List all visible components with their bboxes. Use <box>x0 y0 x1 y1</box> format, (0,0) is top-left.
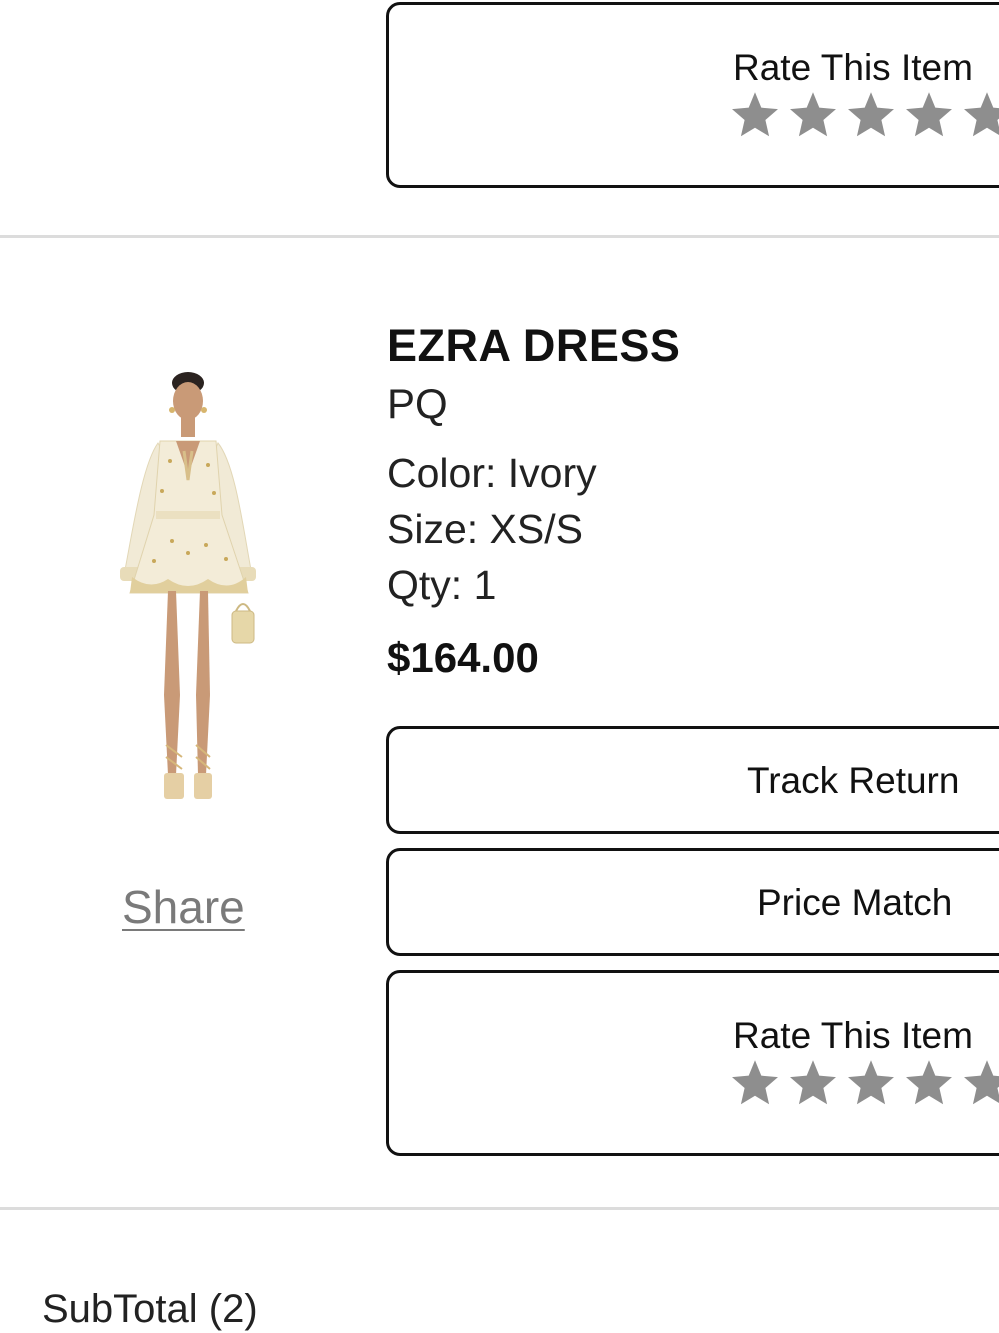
star-rating[interactable] <box>729 1057 999 1109</box>
star-icon[interactable] <box>961 89 999 141</box>
rate-item-button[interactable]: Rate This Item <box>386 970 999 1156</box>
price-match-button[interactable]: Price Match <box>386 848 999 956</box>
rate-item-button-top[interactable]: Rate This Item <box>386 2 999 188</box>
subtotal-label: SubTotal (2) <box>42 1287 258 1331</box>
star-rating-top[interactable] <box>729 89 999 141</box>
star-icon[interactable] <box>729 89 781 141</box>
rate-item-label: Rate This Item <box>733 47 973 88</box>
track-return-label: Track Return <box>747 760 960 801</box>
star-icon[interactable] <box>729 1057 781 1109</box>
star-icon[interactable] <box>787 1057 839 1109</box>
star-icon[interactable] <box>903 89 955 141</box>
product-color: Color: Ivory <box>387 450 597 496</box>
star-icon[interactable] <box>961 1057 999 1109</box>
item-divider <box>0 235 999 238</box>
track-return-button[interactable]: Track Return <box>386 726 999 834</box>
share-link[interactable]: Share <box>122 880 245 934</box>
summary-divider <box>0 1207 999 1210</box>
product-price: $164.00 <box>387 634 539 681</box>
product-title[interactable]: EZRA DRESS <box>387 320 680 372</box>
dress-product-photo[interactable] <box>110 365 270 815</box>
product-brand: PQ <box>387 380 448 427</box>
star-icon[interactable] <box>845 1057 897 1109</box>
rate-item-label: Rate This Item <box>733 1015 973 1056</box>
star-icon[interactable] <box>845 89 897 141</box>
product-qty: Qty: 1 <box>387 562 497 608</box>
price-match-label: Price Match <box>757 882 953 923</box>
product-size: Size: XS/S <box>387 506 583 552</box>
star-icon[interactable] <box>903 1057 955 1109</box>
star-icon[interactable] <box>787 89 839 141</box>
